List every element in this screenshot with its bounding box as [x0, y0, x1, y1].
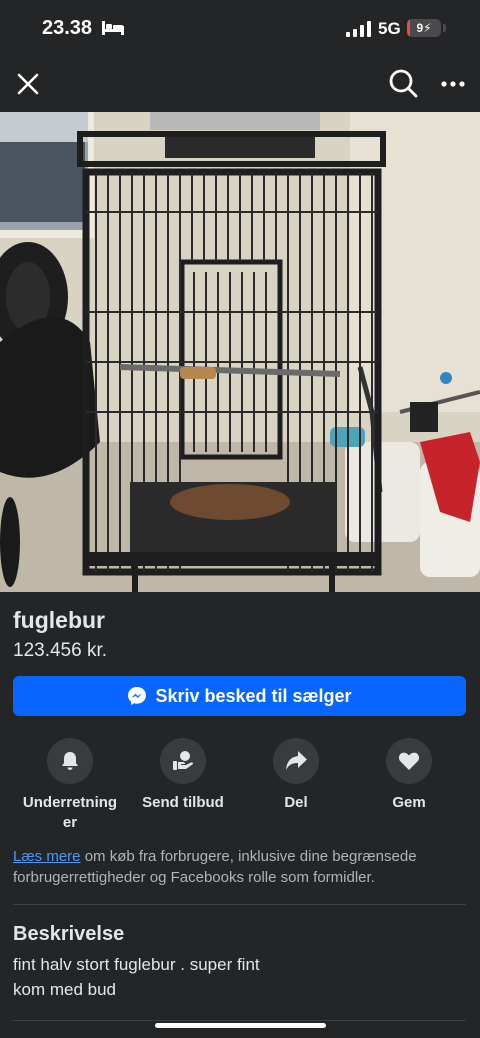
close-icon[interactable] — [12, 68, 44, 100]
signal-icon — [346, 21, 371, 37]
consumer-notice: Læs mere om køb fra forbrugere, inklusiv… — [13, 846, 469, 888]
notifications-label: Underretning er — [14, 793, 126, 833]
home-indicator[interactable] — [155, 1023, 326, 1028]
divider — [13, 1020, 466, 1021]
send-offer-button[interactable] — [160, 738, 206, 784]
listing-photo[interactable] — [0, 112, 480, 592]
share-label: Del — [284, 794, 308, 811]
read-more-link[interactable]: Læs mere — [13, 848, 81, 865]
share-icon — [286, 751, 307, 770]
battery-cap — [443, 24, 446, 32]
listing-price: 123.456 kr. — [13, 640, 108, 661]
bell-icon — [62, 752, 78, 770]
top-nav — [0, 58, 480, 112]
save-action[interactable]: Gem — [353, 738, 465, 813]
messenger-icon — [128, 687, 147, 705]
save-label: Gem — [392, 794, 426, 811]
status-time: 23.38 — [42, 17, 93, 39]
network-label: 5G — [378, 19, 401, 38]
more-icon[interactable] — [436, 68, 470, 100]
listing-title: fuglebur — [13, 607, 105, 633]
battery-icon: 9⚡ — [407, 19, 441, 37]
heart-icon — [398, 752, 420, 770]
notifications-button[interactable] — [47, 738, 93, 784]
description-heading: Beskrivelse — [13, 923, 125, 945]
send-offer-action[interactable]: Send tilbud — [127, 738, 239, 813]
notifications-action[interactable]: Underretning er — [14, 738, 126, 833]
share-action[interactable]: Del — [240, 738, 352, 813]
divider — [13, 904, 466, 905]
share-button[interactable] — [273, 738, 319, 784]
bed-icon — [102, 21, 124, 35]
notifications-label-line1: Underretning — [22, 794, 118, 811]
offer-icon — [173, 751, 193, 770]
search-icon[interactable] — [386, 66, 420, 100]
message-seller-button[interactable]: Skriv besked til sælger — [13, 676, 466, 716]
send-offer-label: Send tilbud — [142, 794, 224, 811]
message-seller-label: Skriv besked til sælger — [155, 685, 352, 706]
save-button[interactable] — [386, 738, 432, 784]
bird-cage-image — [0, 112, 480, 592]
description-line: kom med bud — [13, 980, 116, 999]
charging-bolt-icon: ⚡ — [423, 21, 432, 35]
action-row: Underretning er Send tilbud Del Gem — [0, 738, 480, 838]
notifications-label-line2: er — [62, 814, 78, 831]
description-line: fint halv stort fuglebur . super fint — [13, 955, 260, 974]
battery-text: 9⚡ — [407, 19, 441, 37]
status-bar: 23.38 5G 9⚡ — [0, 0, 480, 58]
